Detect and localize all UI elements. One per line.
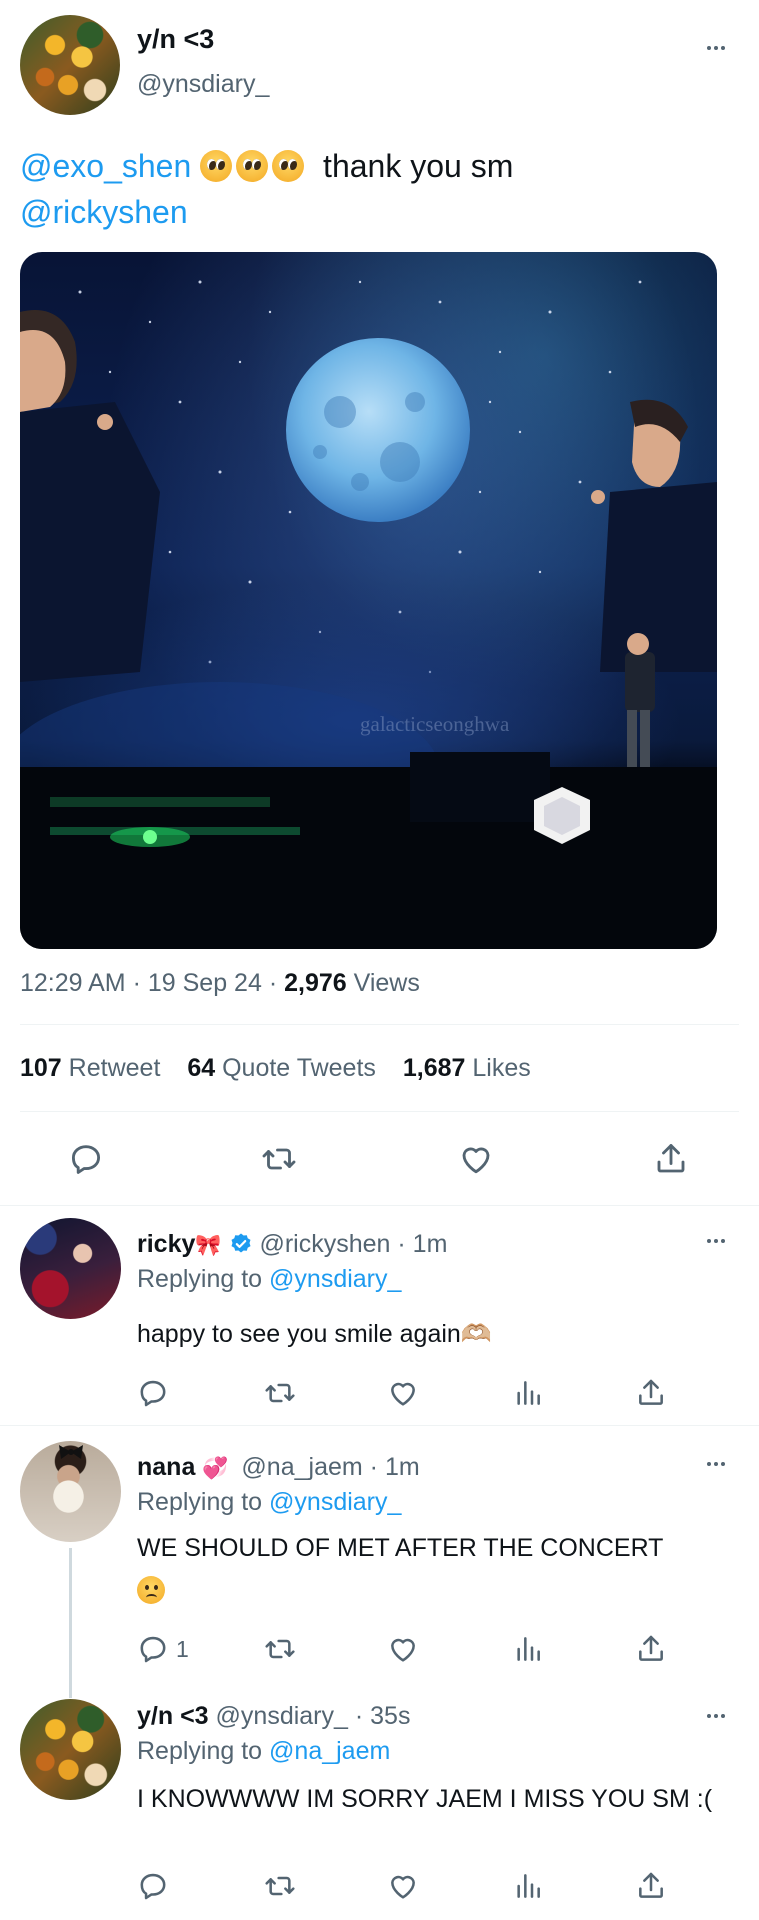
views-count: 2,976 (284, 969, 347, 997)
like-icon[interactable] (458, 1141, 494, 1177)
tweet-body-text: thank you sm (323, 148, 514, 184)
reply-handle[interactable]: @na_jaem (241, 1453, 362, 1481)
replying-to-line: Replying to @ynsdiary_ (137, 1488, 401, 1517)
tweet-time: 12:29 AM (20, 969, 126, 997)
bow-icon (59, 1445, 83, 1459)
replying-to-label: Replying to (137, 1488, 263, 1516)
verified-badge-icon (231, 1233, 250, 1253)
share-icon[interactable] (653, 1141, 689, 1177)
likes-label: Likes (472, 1054, 531, 1082)
reply-icon[interactable] (135, 1375, 171, 1411)
author-handle[interactable]: @ynsdiary_ (137, 70, 269, 99)
hearts-emoji: 💞 (202, 1457, 229, 1480)
reply-handle[interactable]: @rickyshen (259, 1230, 390, 1258)
reply-time: 35s (370, 1702, 411, 1730)
replying-to-label: Replying to (137, 1737, 263, 1765)
retweet-icon[interactable] (262, 1375, 298, 1411)
retweet-icon[interactable] (262, 1868, 298, 1904)
reply-avatar[interactable] (20, 1218, 121, 1319)
share-icon[interactable] (633, 1375, 669, 1411)
analytics-icon[interactable] (510, 1631, 546, 1667)
author-display-name[interactable]: y/n <3 (137, 24, 214, 55)
more-options-icon[interactable] (701, 1708, 731, 1724)
tweet-date: 19 Sep 24 (147, 969, 262, 997)
pleading-face-emoji (236, 150, 269, 182)
likes-stat[interactable]: 1,687 Likes (403, 1054, 531, 1082)
meta-separator: · (354, 1702, 364, 1730)
reply-handle[interactable]: @ynsdiary_ (216, 1702, 348, 1730)
quotes-count: 64 (187, 1054, 216, 1082)
retweets-label: Retweet (68, 1054, 161, 1082)
divider (20, 1024, 739, 1025)
like-icon[interactable] (385, 1375, 421, 1411)
reply-display-name[interactable]: nana (137, 1453, 195, 1481)
meta-separator: · (369, 1453, 378, 1481)
tweet-image[interactable]: galacticseonghwa (20, 252, 717, 949)
reply-display-name[interactable]: y/n <3 (137, 1702, 209, 1730)
reply-header: nana 💞 @na_jaem · 1m (137, 1453, 420, 1482)
meta-separator: · (132, 969, 141, 997)
replying-to-handle[interactable]: @ynsdiary_ (269, 1265, 401, 1293)
mention-exo-shen[interactable]: @exo_shen (20, 148, 191, 184)
reply-display-name[interactable]: ricky (137, 1230, 195, 1258)
ribbon-emoji: 🎀 (195, 1234, 222, 1257)
replying-to-handle[interactable]: @ynsdiary_ (269, 1488, 401, 1516)
pleading-face-emoji (272, 150, 305, 182)
analytics-icon[interactable] (510, 1868, 546, 1904)
meta-separator: · (268, 969, 278, 997)
analytics-icon[interactable] (510, 1375, 546, 1411)
like-icon[interactable] (385, 1868, 421, 1904)
replying-to-line: Replying to @na_jaem (137, 1737, 390, 1766)
divider (0, 1425, 759, 1426)
reply-text: WE SHOULD OF MET AFTER THE CONCERT (137, 1534, 664, 1562)
quotes-label: Quote Tweets (222, 1054, 376, 1082)
reply-time: 1m (384, 1453, 420, 1481)
tweet-text: @exo_shen thank you sm @rickyshen (20, 143, 720, 235)
reply-avatar[interactable] (20, 1699, 121, 1800)
more-options-icon[interactable] (701, 40, 731, 56)
share-icon[interactable] (633, 1631, 669, 1667)
reply-header: y/n <3 @ynsdiary_ · 35s (137, 1702, 410, 1731)
author-avatar[interactable] (20, 15, 120, 115)
share-icon[interactable] (633, 1868, 669, 1904)
thread-connector-line (69, 1548, 72, 1698)
tweet-meta: 12:29 AM · 19 Sep 24 · 2,976 Views (20, 969, 420, 998)
views-label: Views (353, 969, 420, 997)
retweets-stat[interactable]: 107 Retweet (20, 1054, 167, 1082)
retweets-count: 107 (20, 1054, 62, 1082)
tweet-stats: 107 Retweet 64 Quote Tweets 1,687 Likes (20, 1054, 531, 1083)
likes-count: 1,687 (402, 1054, 466, 1082)
divider (0, 1205, 759, 1206)
reply-time: 1m (412, 1230, 448, 1258)
reply-text: happy to see you smile again🫶🏼 (137, 1320, 492, 1348)
meta-separator: · (397, 1230, 406, 1258)
replying-to-label: Replying to (137, 1265, 263, 1293)
reply-icon[interactable] (135, 1868, 171, 1904)
frowning-face-emoji (137, 1576, 165, 1604)
reply-icon[interactable] (68, 1141, 104, 1177)
quotes-stat[interactable]: 64 Quote Tweets (187, 1054, 383, 1082)
reply-icon[interactable] (135, 1631, 171, 1667)
more-options-icon[interactable] (701, 1456, 731, 1472)
pleading-face-emoji (200, 150, 233, 182)
like-icon[interactable] (385, 1631, 421, 1667)
retweet-icon[interactable] (261, 1141, 297, 1177)
reply-text: I KNOWWWW IM SORRY JAEM I MISS YOU SM :( (137, 1785, 713, 1813)
concert-scene (20, 280, 717, 949)
divider (20, 1111, 739, 1112)
replying-to-handle[interactable]: @na_jaem (269, 1737, 390, 1765)
more-options-icon[interactable] (701, 1233, 731, 1249)
replying-to-line: Replying to @ynsdiary_ (137, 1265, 401, 1294)
reply-header: ricky🎀 @rickyshen · 1m (137, 1230, 447, 1259)
image-watermark: galacticseonghwa (360, 712, 510, 736)
retweet-icon[interactable] (262, 1631, 298, 1667)
reply-count: 1 (176, 1636, 189, 1662)
mention-rickyshen[interactable]: @rickyshen (20, 194, 188, 230)
